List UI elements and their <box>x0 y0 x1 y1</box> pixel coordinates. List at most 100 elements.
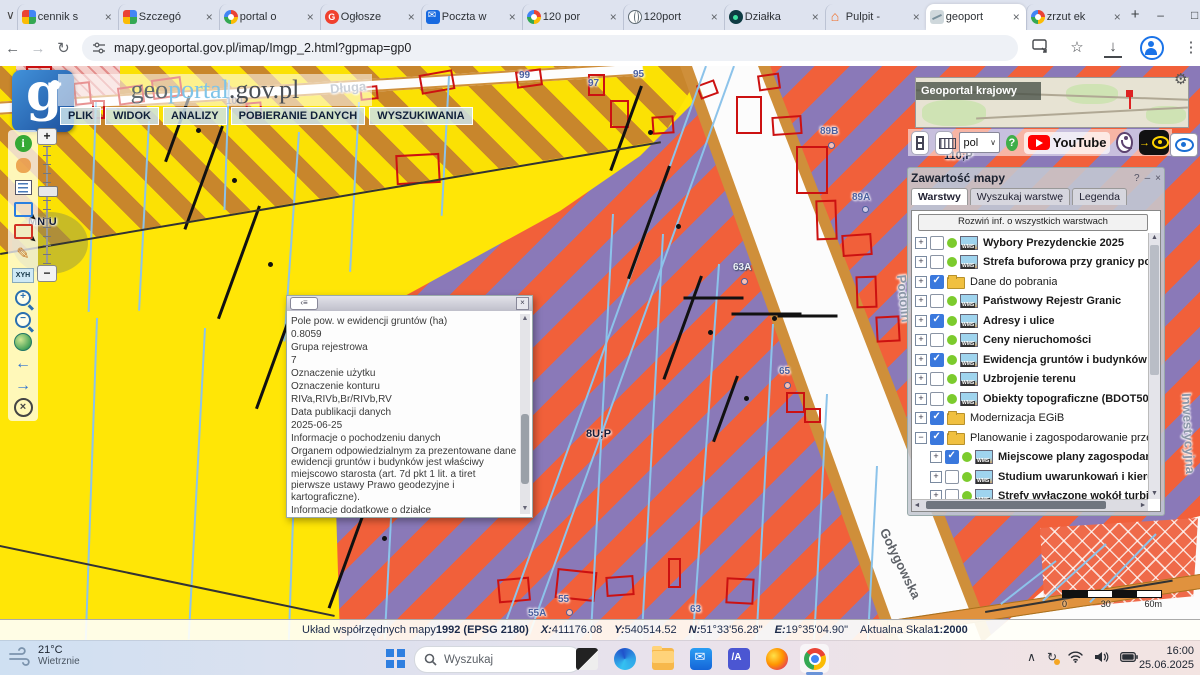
scroll-up-icon[interactable]: ▲ <box>520 314 530 324</box>
weather-widget[interactable]: 21°C Wietrznie <box>8 644 80 667</box>
layer-checkbox[interactable] <box>930 294 944 308</box>
layer-row[interactable]: + Państwowy Rejestr Granic <box>912 292 1148 312</box>
layer-expand-toggle[interactable]: + <box>915 276 927 288</box>
clear-selection-button[interactable] <box>12 221 34 242</box>
tab-close-icon[interactable]: × <box>608 10 619 24</box>
layer-checkbox[interactable] <box>930 314 944 328</box>
layer-checkbox[interactable] <box>930 372 944 386</box>
tab-close-icon[interactable]: × <box>911 10 922 24</box>
taskbar-search[interactable]: Wyszukaj <box>414 646 582 673</box>
layer-checkbox[interactable] <box>930 255 944 269</box>
scroll-down-icon[interactable]: ▼ <box>1149 489 1160 499</box>
profile-avatar[interactable] <box>1140 36 1164 60</box>
browser-tab[interactable]: cennik s × <box>17 4 118 30</box>
start-button[interactable] <box>386 649 405 668</box>
previous-view-button[interactable]: ← <box>12 353 34 374</box>
slider-zoom-in-button[interactable]: + <box>37 128 57 145</box>
popup-list-icon[interactable]: ‹≡ <box>290 297 318 310</box>
accessibility-icon[interactable] <box>1116 132 1133 153</box>
layer-row[interactable]: + Ewidencja gruntów i budynków <box>912 350 1148 370</box>
zoom-slider-track[interactable] <box>43 146 51 264</box>
forward-button[interactable]: → <box>25 40 50 57</box>
menu-item[interactable]: WIDOK <box>105 107 159 125</box>
layer-row[interactable]: + Strefy wyłaczone wokół turbin wiatrow <box>912 487 1148 500</box>
browser-tab[interactable]: 120port × <box>623 4 724 30</box>
layer-row[interactable]: + Dane do pobrania <box>912 272 1148 292</box>
coordinates-tool-button[interactable]: XYH <box>12 265 34 286</box>
tab-close-icon[interactable]: × <box>204 10 215 24</box>
layer-checkbox[interactable] <box>930 431 944 445</box>
layer-checkbox[interactable] <box>945 470 959 484</box>
layer-checkbox[interactable] <box>930 236 944 250</box>
sync-icon[interactable]: ↻ <box>1047 650 1057 664</box>
attributes-tool-button[interactable] <box>12 177 34 198</box>
zoom-out-tool-button[interactable]: − <box>12 309 34 330</box>
layer-row[interactable]: + Uzbrojenie terenu <box>912 370 1148 390</box>
menu-item[interactable]: ANALIZY <box>163 107 227 125</box>
popup-scrollbar[interactable]: ▲ ▼ <box>520 314 530 514</box>
reload-button[interactable]: ↻ <box>51 39 76 57</box>
layer-expand-toggle[interactable]: + <box>915 354 927 366</box>
panel-close-icon[interactable]: × <box>1155 173 1161 184</box>
panel-tab[interactable]: Legenda <box>1072 188 1127 205</box>
browser-tab[interactable]: Poczta w × <box>421 4 522 30</box>
send-to-device-icon[interactable] <box>1032 39 1050 57</box>
panel-header[interactable]: Zawartość mapy ? – × <box>911 170 1161 186</box>
tray-expand-icon[interactable]: ∧ <box>1027 650 1036 664</box>
layer-row[interactable]: + Obiekty topograficzne (BDOT500) <box>912 389 1148 409</box>
layer-expand-toggle[interactable]: + <box>930 471 942 483</box>
scroll-right-icon[interactable]: ► <box>1138 500 1148 511</box>
layer-row[interactable]: + Adresy i ulice <box>912 311 1148 331</box>
tab-close-icon[interactable]: × <box>406 10 417 24</box>
speaker-icon[interactable] <box>1094 651 1109 663</box>
layer-expand-toggle[interactable]: + <box>915 295 927 307</box>
layers-horizontal-scrollbar[interactable]: ◄ ► <box>912 499 1148 511</box>
pan-tool-button[interactable] <box>12 155 34 176</box>
layer-expand-toggle[interactable]: + <box>915 412 927 424</box>
battery-icon[interactable] <box>1120 652 1138 662</box>
menu-item[interactable]: PLIK <box>60 107 101 125</box>
layer-row[interactable]: + Ceny nieruchomości <box>912 331 1148 351</box>
layer-expand-toggle[interactable]: + <box>915 393 927 405</box>
gear-icon[interactable]: ⚙ <box>1174 70 1187 88</box>
taskbar-app-mail[interactable] <box>686 644 715 673</box>
taskbar-app-chrome[interactable] <box>800 644 829 673</box>
layer-expand-toggle[interactable]: + <box>915 237 927 249</box>
layer-expand-toggle[interactable]: + <box>915 315 927 327</box>
tab-close-icon[interactable]: × <box>1011 10 1022 24</box>
tab-close-icon[interactable]: × <box>305 10 316 24</box>
layer-row[interactable]: + Wybory Prezydenckie 2025 <box>912 233 1148 253</box>
layer-expand-toggle[interactable]: + <box>915 373 927 385</box>
site-settings-icon[interactable] <box>92 41 106 55</box>
layer-checkbox[interactable] <box>930 411 944 425</box>
youtube-link[interactable]: YouTube <box>1024 132 1111 154</box>
slider-zoom-out-button[interactable]: − <box>37 265 57 282</box>
window-maximize-button[interactable]: □ <box>1178 8 1200 22</box>
taskbar-clock[interactable]: 16:00 25.06.2025 <box>1139 644 1194 672</box>
browser-tab[interactable]: Ogłosze × <box>320 4 421 30</box>
map-canvas[interactable]: 99979510089B89A63A658U;P110;PMN;U5555A63… <box>0 66 1200 640</box>
qr-grid-icon[interactable] <box>911 131 929 155</box>
browser-tab[interactable]: Pulpit - × <box>825 4 926 30</box>
scroll-down-icon[interactable]: ▼ <box>520 504 530 514</box>
layer-row[interactable]: − Planowanie i zagospodarowanie przestrz… <box>912 428 1148 448</box>
layer-expand-toggle[interactable]: + <box>930 490 942 499</box>
expand-all-button[interactable]: Rozwiń inf. o wszystkich warstwach <box>918 214 1148 231</box>
layer-checkbox[interactable] <box>930 333 944 347</box>
tab-close-icon[interactable]: × <box>709 10 720 24</box>
browser-tab[interactable]: geoport × <box>926 4 1026 30</box>
next-view-button[interactable]: → <box>12 375 34 396</box>
zoom-slider-handle[interactable] <box>38 186 58 197</box>
help-icon[interactable]: ? <box>1006 135 1018 151</box>
popup-scroll-thumb[interactable] <box>521 414 529 484</box>
popup-close-icon[interactable]: × <box>516 297 529 310</box>
layer-checkbox[interactable] <box>945 450 959 464</box>
panel-tab[interactable]: Warstwy <box>911 188 968 205</box>
select-area-button[interactable] <box>12 199 34 220</box>
address-bar[interactable]: mapy.geoportal.gov.pl/imap/Imgp_2.html?g… <box>82 35 1018 61</box>
new-tab-button[interactable]: + <box>1131 3 1140 27</box>
tab-close-icon[interactable]: × <box>507 10 518 24</box>
layer-expand-toggle[interactable]: + <box>930 451 942 463</box>
browser-tab[interactable]: 120 por × <box>522 4 623 30</box>
tab-close-icon[interactable]: × <box>810 10 821 24</box>
